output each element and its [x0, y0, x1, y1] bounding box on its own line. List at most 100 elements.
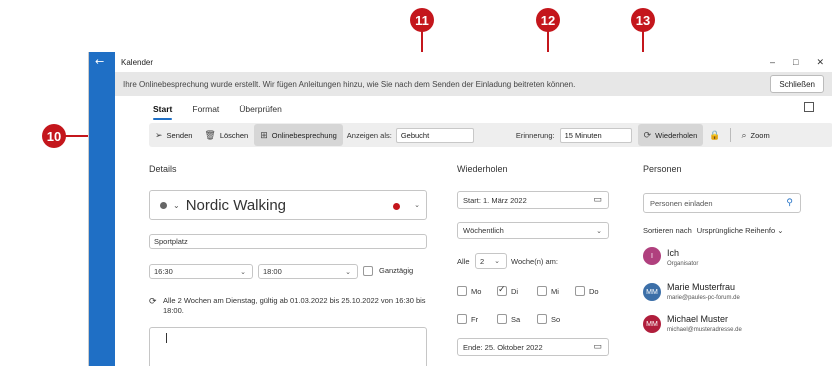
day-checkbox[interactable]	[457, 314, 467, 324]
chevron-down-icon: ⌄	[345, 268, 351, 276]
repeat-heading: Wiederholen	[457, 164, 508, 174]
day-checkbox[interactable]	[497, 284, 507, 296]
info-bar: Ihre Onlinebesprechung wurde erstellt. W…	[115, 72, 832, 96]
day-checkbox[interactable]	[537, 314, 547, 324]
callout-11: 11	[410, 8, 434, 32]
calendar-window: ← Kalender – □ ✕ Ihre Onlinebesprechung …	[88, 52, 832, 366]
recurrence-summary: Alle 2 Wochen am Dienstag, gültig ab 01.…	[163, 296, 426, 315]
repeat-end-field[interactable]: Ende: 25. Oktober 2022 ▭	[457, 338, 609, 356]
event-notes-field[interactable]	[149, 327, 427, 366]
avatar: MM	[643, 283, 661, 301]
zoom-button[interactable]: ⌕ Zoom	[735, 124, 775, 146]
close-info-button[interactable]: Schließen	[770, 75, 824, 93]
event-title: Nordic Walking	[185, 196, 287, 214]
invite-placeholder: Personen einladen	[650, 198, 713, 208]
day-fr[interactable]: Fr	[457, 314, 478, 324]
day-di[interactable]: Di	[497, 284, 519, 296]
day-label: Do	[589, 286, 599, 296]
category-dot-icon	[160, 201, 167, 209]
person-icon[interactable]: ⚲	[786, 197, 793, 208]
toolbar-divider	[730, 128, 732, 142]
color-dot-icon[interactable]	[393, 203, 400, 210]
calendar-icon[interactable]: ▭	[593, 341, 602, 352]
title-bar: Kalender – □ ✕	[115, 52, 832, 72]
invite-people-field[interactable]: Personen einladen ⚲	[643, 193, 801, 213]
all-day-label: Ganztägig	[379, 266, 414, 275]
callout-12: 12	[536, 8, 560, 32]
day-checkbox[interactable]	[457, 286, 467, 296]
text-cursor	[166, 333, 167, 343]
event-title-field[interactable]: ⌄ Nordic Walking ⌄	[149, 190, 427, 220]
back-arrow-icon[interactable]: ←	[95, 55, 104, 68]
person-email: marie@paules-pc-forum.de	[667, 295, 740, 301]
day-label: Mi	[551, 286, 559, 296]
day-checkbox[interactable]	[575, 286, 585, 296]
day-so[interactable]: So	[537, 314, 560, 324]
frequency-select[interactable]: Wöchentlich ⌄	[457, 222, 609, 239]
close-icon[interactable]: ✕	[816, 57, 824, 68]
interval-select[interactable]: 2 ⌄	[475, 253, 507, 269]
every-label: Alle	[457, 257, 470, 266]
lock-button[interactable]: 🔒	[703, 124, 726, 146]
send-button[interactable]: ➢ Senden	[149, 124, 198, 146]
person-name: Ich	[667, 248, 680, 258]
trash-icon: 🗑	[204, 129, 216, 140]
chevron-down-icon: ⌄	[240, 268, 246, 276]
person-role: Organisator	[667, 261, 699, 267]
minimize-icon[interactable]: –	[770, 57, 775, 67]
sort-select[interactable]: Ursprüngliche Reihenfo ⌄	[697, 226, 784, 236]
location-field[interactable]: Sportplatz	[149, 234, 427, 249]
day-mi[interactable]: Mi	[537, 286, 559, 296]
calendar-icon[interactable]: ▭	[593, 194, 602, 205]
delete-button[interactable]: 🗑 Löschen	[198, 124, 254, 146]
day-checkbox[interactable]	[497, 314, 507, 324]
callout-10: 10	[42, 124, 66, 148]
person-name[interactable]: Michael Muster	[667, 314, 728, 324]
window-body: Kalender – □ ✕ Ihre Onlinebesprechung wu…	[115, 52, 832, 366]
repeat-label: Wiederholen	[655, 130, 698, 140]
day-sa[interactable]: Sa	[497, 314, 520, 324]
end-time-field[interactable]: 18:00 ⌄	[258, 264, 358, 279]
info-message: Ihre Onlinebesprechung wurde erstellt. W…	[123, 79, 576, 89]
reminder-field[interactable]: 15 Minuten	[559, 127, 632, 143]
sort-value: Ursprüngliche Reihenfo	[696, 226, 776, 235]
send-label: Senden	[166, 130, 193, 140]
meeting-icon: ⊞	[260, 129, 268, 140]
day-label: So	[551, 314, 561, 324]
chevron-down-icon: ⌄	[494, 258, 500, 265]
tab-start[interactable]: Start	[153, 104, 173, 120]
day-mo[interactable]: Mo	[457, 286, 481, 296]
start-time: 16:30	[154, 267, 173, 276]
person-name[interactable]: Marie Musterfrau	[667, 282, 735, 292]
online-meeting-button[interactable]: ⊞ Onlinebesprechung	[254, 124, 343, 146]
person-email: michael@musteradresse.de	[667, 327, 742, 333]
day-do[interactable]: Do	[575, 286, 599, 296]
screenshot-root: 10 11 12 13 S ← Kalender – □ ✕ Ihre Onli…	[0, 0, 832, 366]
sort-label: Sortieren nach	[643, 226, 692, 235]
day-label: Di	[511, 286, 519, 296]
avatar: MM	[643, 315, 661, 333]
repeat-button[interactable]: ⟳ Wiederholen	[637, 124, 704, 146]
repeat-start-field[interactable]: Start: 1. März 2022 ▭	[457, 191, 609, 209]
frequency-value: Wöchentlich	[463, 226, 504, 235]
chevron-down-icon[interactable]: ⌄	[173, 201, 180, 210]
search-icon: ⌕	[741, 129, 747, 140]
popout-icon[interactable]	[804, 102, 814, 112]
day-checkbox[interactable]	[537, 286, 547, 296]
all-day-checkbox[interactable]	[363, 266, 373, 276]
window-side-strip: ←	[89, 52, 115, 366]
start-time-field[interactable]: 16:30 ⌄	[149, 264, 253, 279]
send-icon: ➢	[155, 129, 163, 140]
repeat-end: Ende: 25. Oktober 2022	[463, 342, 543, 352]
maximize-icon[interactable]: □	[793, 57, 798, 67]
color-chevron-icon[interactable]: ⌄	[414, 201, 420, 209]
repeat-icon: ⟳	[643, 129, 652, 140]
all-day-option[interactable]: Ganztägig	[363, 266, 413, 276]
weeks-label: Woche(n) am:	[511, 257, 558, 266]
show-as-field[interactable]: Gebucht	[395, 127, 474, 143]
tab-review[interactable]: Überprüfen	[239, 104, 282, 118]
details-heading: Details	[149, 164, 177, 174]
end-time: 18:00	[263, 267, 282, 276]
tab-format[interactable]: Format	[192, 104, 219, 118]
interval-value: 2	[480, 256, 485, 266]
